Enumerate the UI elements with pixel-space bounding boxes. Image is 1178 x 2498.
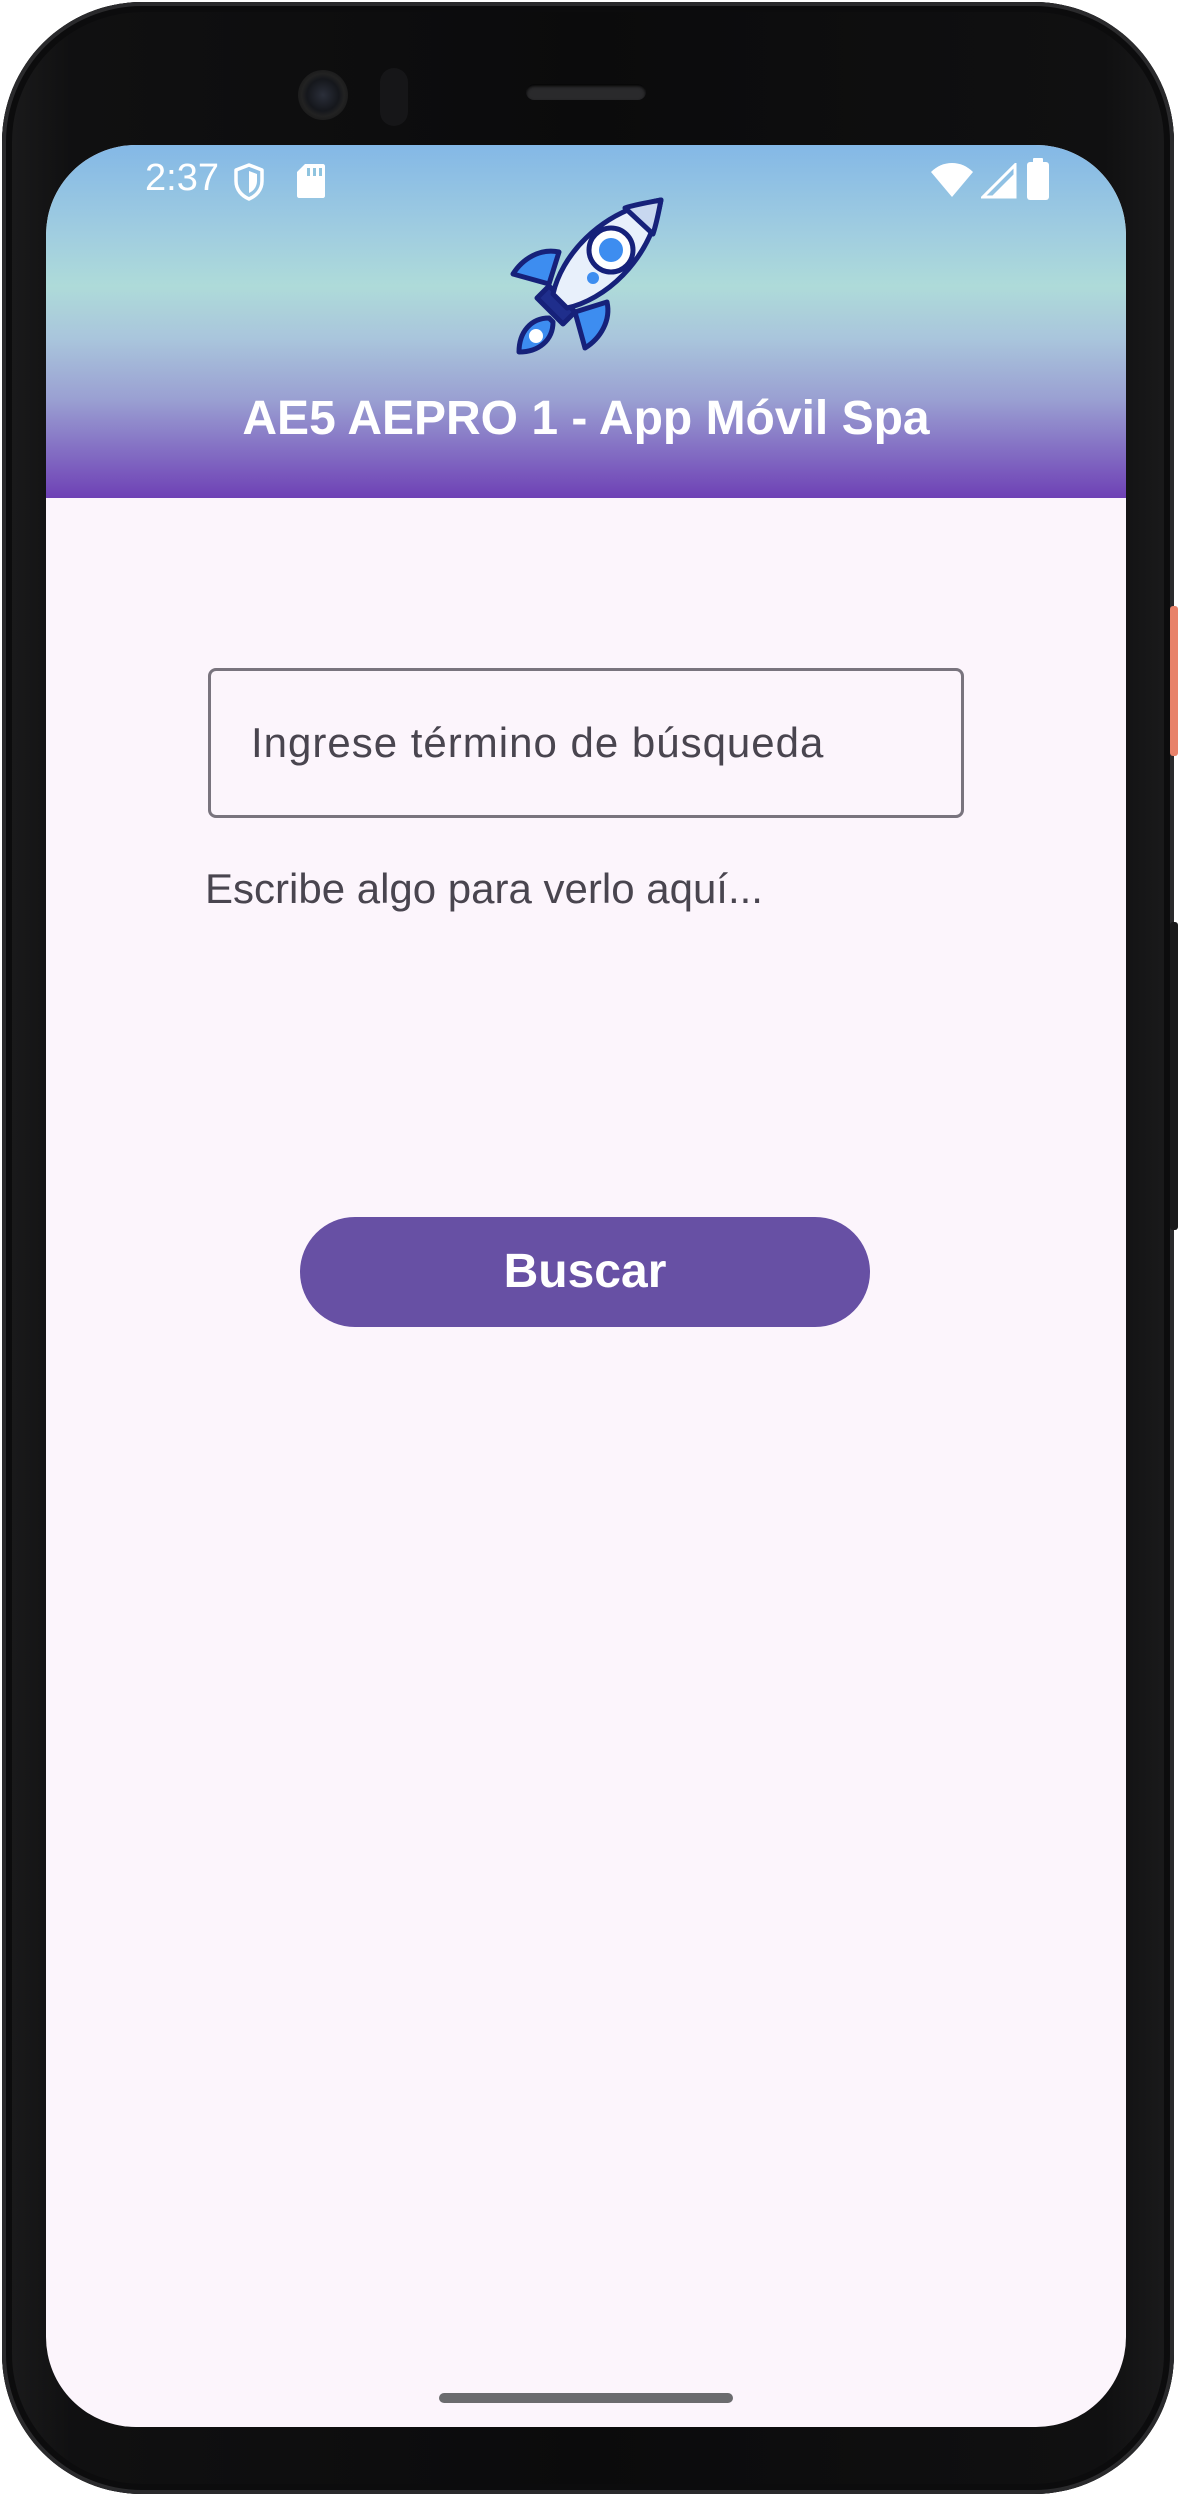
battery-icon: [1027, 158, 1049, 200]
search-input[interactable]: [211, 671, 961, 815]
screen: 2:37 AE5 AEPRO 1 - App Móvil Spa Ingrese…: [46, 145, 1126, 2427]
signal-icon: [981, 163, 1017, 199]
app-title: AE5 AEPRO 1 - App Móvil Spa: [242, 392, 930, 445]
search-field[interactable]: [208, 668, 964, 818]
sd-card-icon: [297, 164, 325, 198]
proximity-sensor: [380, 68, 408, 126]
volume-button: [1170, 922, 1178, 1230]
app-header: 2:37 AE5 AEPRO 1 - App Móvil Spa: [46, 145, 1126, 498]
power-button: [1170, 606, 1178, 756]
gesture-nav-handle[interactable]: [439, 2393, 733, 2403]
wifi-icon: [931, 163, 973, 197]
search-button[interactable]: Buscar: [300, 1217, 870, 1327]
front-camera: [298, 70, 348, 120]
status-time: 2:37: [145, 157, 219, 199]
shield-icon: [234, 163, 264, 201]
result-text: Escribe algo para verlo aquí...: [205, 865, 763, 912]
phone-frame: 2:37 AE5 AEPRO 1 - App Móvil Spa Ingrese…: [0, 0, 1178, 2498]
rocket-icon: [510, 197, 664, 355]
earpiece-speaker: [526, 84, 646, 100]
